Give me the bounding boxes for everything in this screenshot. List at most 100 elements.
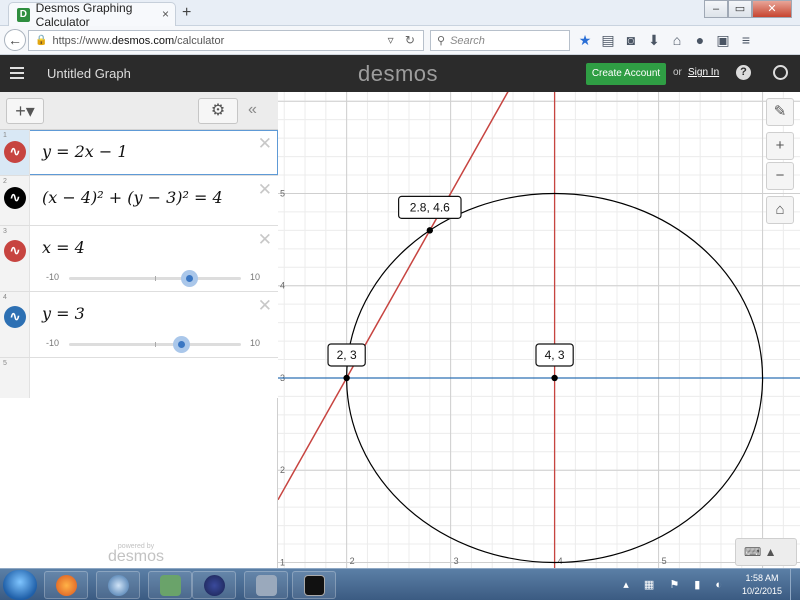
desmos-header: Untitled Graph desmos Create Account or …	[0, 55, 800, 92]
graph-title[interactable]: Untitled Graph	[47, 66, 131, 81]
slider-min[interactable]: -10	[46, 338, 59, 348]
reload-icon[interactable]: ▿ ↻	[388, 33, 419, 47]
x-slider[interactable]: -10 10	[44, 270, 264, 287]
slider-track[interactable]	[69, 270, 241, 287]
zoom-in-button[interactable]: +	[766, 132, 794, 160]
point-label: 2.8, 4.6	[410, 200, 450, 214]
settings-gear-icon[interactable]: ⚙	[198, 98, 238, 124]
collapse-panel-icon[interactable]: «	[248, 101, 257, 119]
sign-in-link[interactable]: Sign In	[688, 67, 719, 78]
expression-input[interactable]: y = 2x − 1	[42, 142, 128, 161]
taskbar-cmd[interactable]	[292, 571, 336, 599]
browser-tab[interactable]: D Desmos Graphing Calculator ×	[8, 1, 176, 29]
expression-row[interactable]: 3 ∿ x = 4 ✕ -10 10	[0, 226, 278, 292]
slider-max[interactable]: 10	[250, 338, 260, 348]
zoom-out-button[interactable]: −	[766, 162, 794, 190]
home-icon[interactable]: ⌂	[670, 32, 684, 48]
expression-row[interactable]: 2 ∿ (x − 4)² + (y − 3)² = 4 ✕	[0, 176, 278, 226]
delete-expression-icon[interactable]: ✕	[258, 296, 272, 316]
point-marker	[551, 374, 558, 382]
slider-max[interactable]: 10	[250, 272, 260, 282]
wave-color-icon[interactable]: ∿	[4, 240, 26, 262]
firefox-icon	[56, 575, 77, 596]
point-label: 2, 3	[337, 348, 357, 362]
wrench-icon[interactable]: ✎	[766, 98, 794, 126]
powered-by-desmos: powered by desmos	[108, 543, 165, 565]
graph-canvas[interactable]: 2345123452.8, 4.62, 34, 3	[278, 92, 800, 568]
wave-color-icon[interactable]: ∿	[4, 141, 26, 163]
help-icon[interactable]: ?	[736, 65, 751, 80]
window-controls: – ▭ ✕	[704, 0, 792, 18]
show-desktop-button[interactable]	[790, 569, 800, 600]
slider-handle[interactable]	[181, 270, 199, 287]
create-account-button[interactable]: Create Account	[586, 63, 666, 85]
slider-handle[interactable]	[172, 336, 190, 353]
wave-color-icon[interactable]: ∿	[4, 306, 26, 328]
tab-close-icon[interactable]: ×	[162, 7, 169, 21]
system-tray[interactable]: ▴ ▦ ⚑ ▮ ◐	[623, 578, 728, 591]
chat-icon[interactable]: ●	[693, 32, 707, 48]
point-label: 4, 3	[545, 348, 565, 362]
app-icon	[256, 575, 277, 596]
home-view-icon[interactable]: ⌂	[766, 196, 794, 224]
x-tick-label: 3	[454, 556, 459, 566]
taskbar-app-eclipse[interactable]	[192, 571, 236, 599]
graph-paper[interactable]: 2345123452.8, 4.62, 34, 3	[278, 92, 800, 568]
taskbar-app-thunderbird[interactable]	[96, 571, 140, 599]
new-tab-button[interactable]: +	[182, 4, 191, 22]
empty-expression-row[interactable]: 5	[0, 358, 278, 398]
line-y-2x-1	[278, 92, 509, 501]
close-window-button[interactable]: ✕	[752, 0, 792, 18]
x-tick-label: 4	[558, 556, 563, 566]
address-bar[interactable]: 🔒 https://www. desmos.com/calculator ▿ ↻	[28, 30, 424, 51]
bookmarks-list-icon[interactable]: ▤	[601, 32, 615, 48]
browser-tab-bar: D Desmos Graphing Calculator × + – ▭ ✕	[0, 0, 800, 29]
browser-toolbar-icons: ★ ▤ ◙ ⬇ ⌂ ● ▣ ≡	[578, 32, 753, 48]
expression-row[interactable]: 1 ∿ y = 2x − 1 ✕	[0, 130, 278, 176]
app-icon	[160, 575, 181, 596]
y-tick-label: 4	[280, 281, 285, 291]
taskbar-firefox[interactable]	[44, 571, 88, 599]
delete-expression-icon[interactable]: ✕	[258, 134, 272, 154]
language-globe-icon[interactable]	[773, 65, 788, 80]
expression-row[interactable]: 4 ∿ y = 3 ✕ -10 10	[0, 292, 278, 358]
delete-expression-icon[interactable]: ✕	[258, 180, 272, 200]
extension-icon[interactable]: ▣	[716, 32, 730, 48]
desmos-favicon-icon: D	[17, 7, 30, 22]
wave-color-icon[interactable]: ∿	[4, 187, 26, 209]
terminal-icon	[304, 575, 325, 596]
url-prefix: https://www.	[52, 34, 112, 47]
url-path: /calculator	[174, 34, 225, 47]
pocket-icon[interactable]: ◙	[624, 32, 638, 48]
clock-date: 10/2/2015	[741, 586, 782, 596]
search-icon: ⚲	[437, 35, 446, 47]
search-input[interactable]: ⚲ Search	[430, 30, 570, 51]
download-icon[interactable]: ⬇	[647, 32, 661, 48]
slider-track[interactable]	[69, 336, 241, 353]
taskbar-app-tool[interactable]	[148, 571, 192, 599]
expression-input[interactable]: y = 3	[42, 304, 85, 323]
windows-taskbar: ▴ ▦ ⚑ ▮ ◐ 1:58 AM 10/2/2015	[0, 568, 800, 600]
expression-input[interactable]: x = 4	[42, 238, 85, 257]
slider-min[interactable]: -10	[46, 272, 59, 282]
add-item-button[interactable]: +▾	[6, 98, 44, 124]
mail-icon	[108, 575, 129, 596]
clock-time: 1:58 AM	[745, 573, 779, 583]
back-button[interactable]: ←	[4, 29, 26, 51]
expression-list: 1 ∿ y = 2x − 1 ✕ 2 ∿ (x − 4)² + (y − 3)²…	[0, 130, 278, 398]
start-button[interactable]	[3, 570, 37, 600]
y-slider[interactable]: -10 10	[44, 336, 264, 353]
browser-nav-bar: ← 🔒 https://www. desmos.com/calculator ▿ …	[0, 26, 800, 55]
app-icon	[204, 575, 225, 596]
expression-input[interactable]: (x − 4)² + (y − 3)² = 4	[42, 188, 223, 207]
taskbar-app-wrench[interactable]	[244, 571, 288, 599]
delete-expression-icon[interactable]: ✕	[258, 230, 272, 250]
maximize-button[interactable]: ▭	[728, 0, 752, 18]
menu-icon[interactable]: ≡	[739, 32, 753, 48]
keyboard-toggle-button[interactable]: ⌨ ▲	[735, 538, 797, 566]
expression-panel: +▾ ⚙ « 1 ∿ y = 2x − 1 ✕ 2 ∿ (x − 4)² + (…	[0, 92, 278, 568]
minimize-button[interactable]: –	[704, 0, 728, 18]
hamburger-menu-icon[interactable]	[10, 67, 24, 79]
clock[interactable]: 1:58 AM 10/2/2015	[742, 572, 782, 598]
bookmark-star-icon[interactable]: ★	[578, 32, 592, 48]
